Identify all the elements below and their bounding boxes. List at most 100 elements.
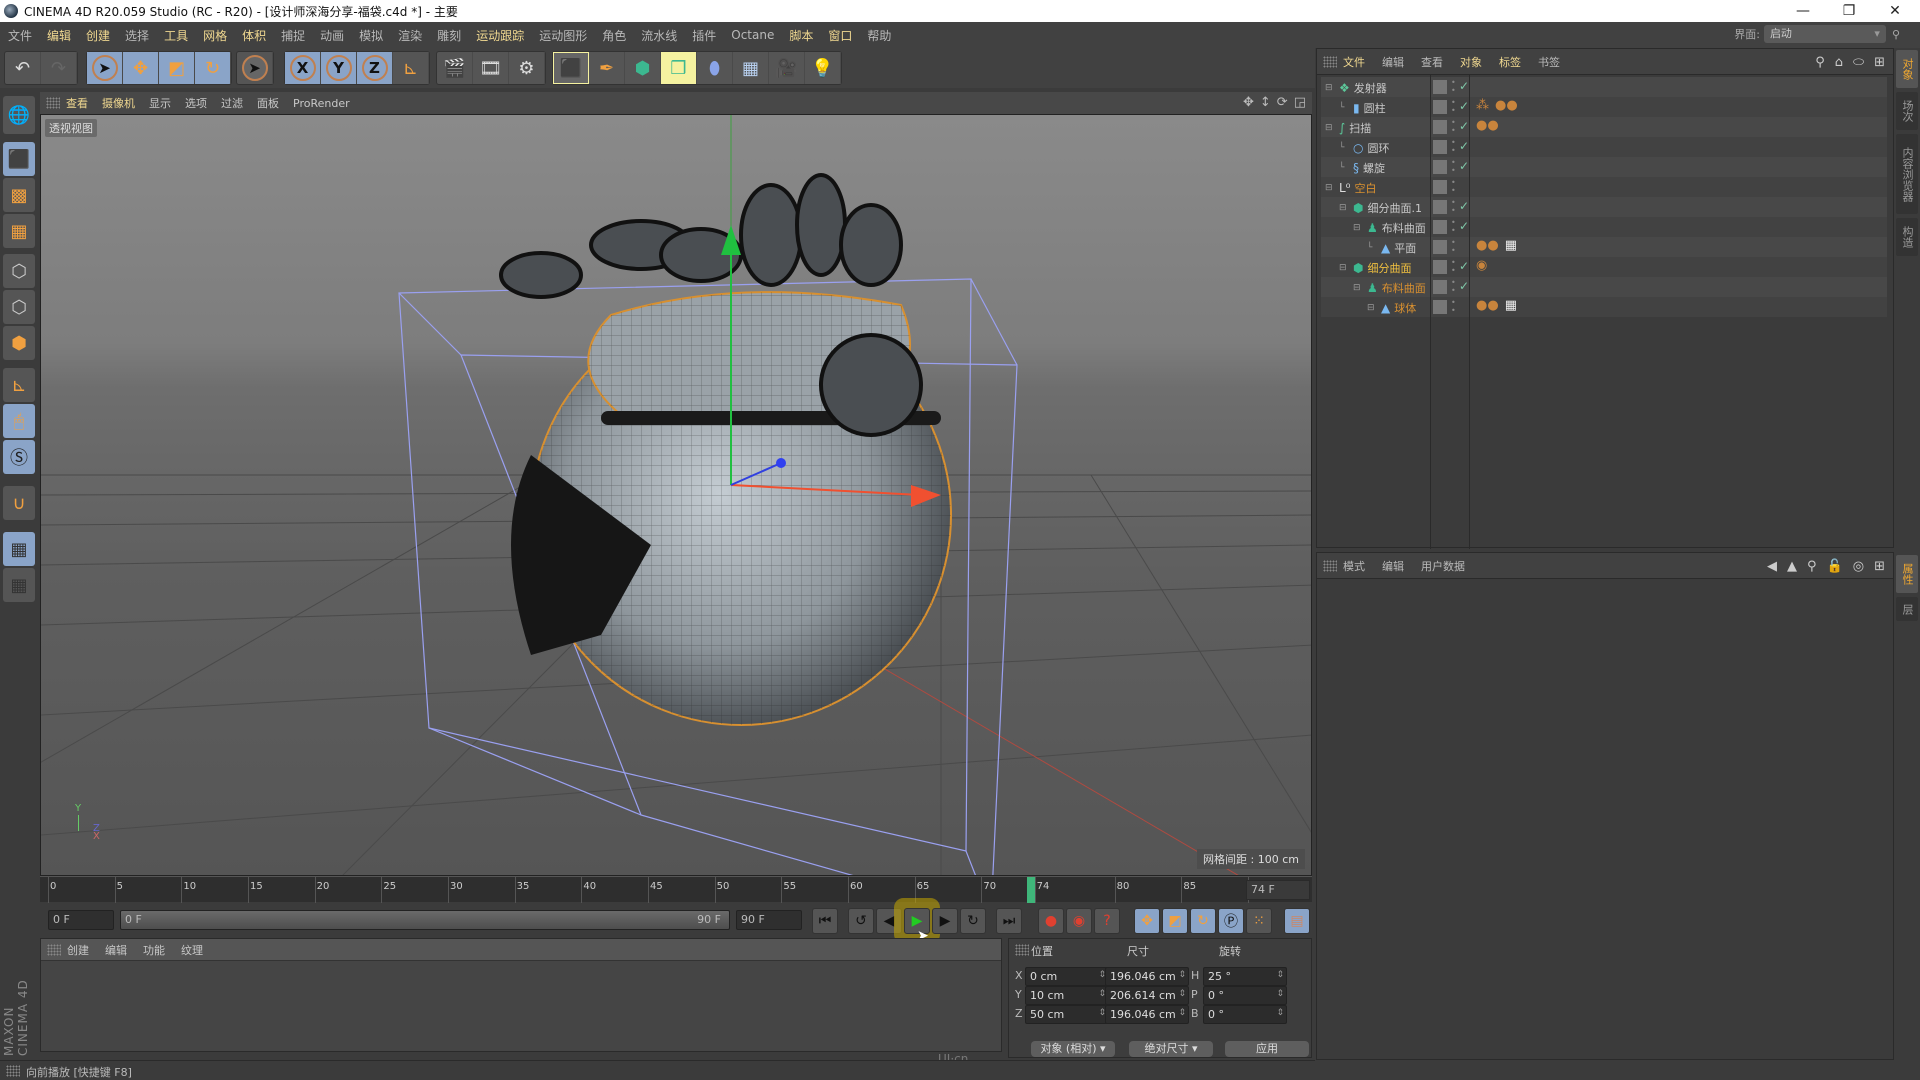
next-key-icon[interactable]: ↻	[960, 908, 986, 934]
menubar-item[interactable]: 插件	[692, 27, 716, 44]
obj-menu-item[interactable]: 文件	[1343, 54, 1365, 70]
size-y-field[interactable]: 206.614 cm	[1105, 986, 1189, 1005]
object-row[interactable]: └ ▮ 圆柱 • • ✓ ⁂ ●●	[1321, 97, 1887, 117]
visibility-toggle-icon[interactable]: • •	[1451, 159, 1456, 175]
object-row[interactable]: ⊟ L⁰ 空白 • •	[1321, 177, 1887, 197]
size-mode-dropdown[interactable]: 绝对尺寸 ▾	[1129, 1041, 1213, 1057]
link-icon[interactable]: ⬭	[1853, 55, 1864, 70]
object-row[interactable]: ⊟ ▲ 球体 • • ●● ▦	[1321, 297, 1887, 317]
size-z-field[interactable]: 196.046 cm	[1105, 1005, 1189, 1024]
prev-key-icon[interactable]: ↺	[848, 908, 874, 934]
layer-icon[interactable]	[1433, 100, 1447, 114]
grip-handle[interactable]	[47, 944, 61, 956]
tag-icon[interactable]: ▦	[1505, 238, 1517, 253]
attribute-menu-item[interactable]: 用户数据	[1421, 558, 1465, 574]
size-x-field[interactable]: 196.046 cm	[1105, 967, 1189, 986]
close-button[interactable]: ✕	[1872, 0, 1918, 22]
tag-icon[interactable]: ◉	[1476, 258, 1487, 273]
tag-icon[interactable]: ⁂	[1476, 98, 1489, 113]
frame-range-slider[interactable]: 0 F 90 F	[120, 910, 730, 930]
menubar-item[interactable]: 工具	[164, 27, 188, 44]
expand-toggle-icon[interactable]: ⊟	[1325, 83, 1335, 93]
expand-toggle-icon[interactable]: └	[1339, 103, 1349, 113]
record-key-icon[interactable]: ●	[1038, 908, 1064, 934]
menubar-item[interactable]: 体积	[242, 27, 266, 44]
vp-menu-item[interactable]: 面板	[257, 95, 279, 111]
layer-icon[interactable]	[1433, 300, 1447, 314]
menubar-item[interactable]: Octane	[731, 28, 774, 42]
layer-icon[interactable]	[1433, 180, 1447, 194]
enabled-check-icon[interactable]: ✓	[1459, 99, 1469, 113]
vp-menu-item[interactable]: ProRender	[293, 97, 350, 110]
layer-icon[interactable]	[1433, 120, 1447, 134]
playhead[interactable]	[1026, 877, 1035, 903]
expand-toggle-icon[interactable]: ⊟	[1339, 203, 1349, 213]
z-axis-lock-button[interactable]: Z	[357, 52, 393, 84]
enabled-check-icon[interactable]: ✓	[1459, 159, 1469, 173]
coord-mode-dropdown[interactable]: 对象 (相对) ▾	[1031, 1041, 1115, 1057]
points-mode-icon[interactable]: ⬡	[3, 254, 35, 288]
layout-dropdown[interactable]: 启动	[1763, 25, 1886, 43]
menubar-item[interactable]: 网格	[203, 27, 227, 44]
object-row[interactable]: ⊟ ♟ 布料曲面 • • ✓	[1321, 217, 1887, 237]
expand-toggle-icon[interactable]: ⊟	[1353, 283, 1363, 293]
menubar-item[interactable]: 捕捉	[281, 27, 305, 44]
polygons-mode-icon[interactable]: ⬢	[3, 326, 35, 360]
axis-mode-icon[interactable]: ⊾	[3, 368, 35, 402]
object-row[interactable]: └ ▲ 平面 • • ●● ▦	[1321, 237, 1887, 257]
menubar-item[interactable]: 创建	[86, 27, 110, 44]
vp-menu-item[interactable]: 显示	[149, 95, 171, 111]
timeline-ruler[interactable]: 051015202530354045505560657074808590	[40, 876, 1312, 903]
expand-toggle-icon[interactable]: └	[1339, 163, 1349, 173]
keyframe-selection-icon[interactable]: ?	[1094, 908, 1120, 934]
edges-mode-icon[interactable]: ⬡	[3, 290, 35, 324]
zoom-icon[interactable]: ↕	[1260, 95, 1271, 110]
key-scale-icon[interactable]: ◩	[1162, 908, 1188, 934]
subdivision-surface-icon[interactable]: ⬢	[625, 52, 661, 84]
tag-icon[interactable]: ●●	[1476, 238, 1499, 253]
search-icon[interactable]: ⚲	[1815, 55, 1825, 70]
position-y-field[interactable]: 10 cm	[1025, 986, 1109, 1005]
visibility-toggle-icon[interactable]: • •	[1451, 219, 1456, 235]
live-select-icon[interactable]: ➤	[237, 52, 273, 84]
rotation-y-field[interactable]: 0 °	[1203, 986, 1287, 1005]
enabled-check-icon[interactable]: ✓	[1459, 259, 1469, 273]
menubar-item[interactable]: 脚本	[789, 27, 813, 44]
side-tab[interactable]: 属性	[1896, 555, 1918, 593]
side-tab[interactable]: 构造	[1896, 218, 1918, 256]
y-axis-lock-button[interactable]: Y	[321, 52, 357, 84]
new-panel-icon[interactable]: ⊞	[1874, 55, 1885, 70]
camera-icon[interactable]: 🎥	[769, 52, 805, 84]
up-icon[interactable]: ▲	[1787, 559, 1797, 574]
workplane-align-icon[interactable]: ▦	[3, 568, 35, 602]
maximize-view-icon[interactable]: ◲	[1294, 95, 1306, 110]
expand-toggle-icon[interactable]: ⊟	[1325, 123, 1335, 133]
visibility-toggle-icon[interactable]: • •	[1451, 139, 1456, 155]
timeline-window-icon[interactable]: ▤	[1284, 908, 1310, 934]
menubar-item[interactable]: 流水线	[641, 27, 677, 44]
object-row[interactable]: ⊟ ♟ 布料曲面 • • ✓	[1321, 277, 1887, 297]
perspective-viewport[interactable]: 透视视图 Y Z X 网格间距 : 100 cm	[40, 114, 1312, 876]
render-settings-icon[interactable]: ⚙	[509, 52, 545, 84]
back-icon[interactable]: ◀	[1767, 559, 1777, 574]
new-panel-icon[interactable]: ⊞	[1874, 559, 1885, 574]
vp-menu-item[interactable]: 查看	[66, 95, 88, 111]
current-frame-field[interactable]: 74 F	[1246, 880, 1310, 900]
object-row[interactable]: └ ○ 圆环 • • ✓	[1321, 137, 1887, 157]
attribute-menu-item[interactable]: 编辑	[1382, 558, 1404, 574]
object-row[interactable]: ⊟ ❖ 发射器 • • ✓	[1321, 77, 1887, 97]
mat-menu-item[interactable]: 纹理	[181, 942, 203, 958]
array-icon[interactable]: ❒	[661, 52, 697, 84]
select-tool-icon[interactable]: ➤	[87, 52, 123, 84]
layer-icon[interactable]	[1433, 80, 1447, 94]
menubar-item[interactable]: 文件	[8, 27, 32, 44]
end-frame-field[interactable]: 90 F	[736, 910, 802, 930]
visibility-toggle-icon[interactable]: • •	[1451, 279, 1456, 295]
visibility-toggle-icon[interactable]: • •	[1451, 179, 1456, 195]
menubar-item[interactable]: 运动图形	[539, 27, 587, 44]
move-tool-icon[interactable]: ✥	[123, 52, 159, 84]
render-picture-viewer-icon[interactable]: 🎞	[473, 52, 509, 84]
snap-icon[interactable]: ∪	[3, 486, 35, 520]
pan-icon[interactable]: ✥	[1243, 95, 1254, 110]
grip-handle[interactable]	[1323, 560, 1337, 572]
